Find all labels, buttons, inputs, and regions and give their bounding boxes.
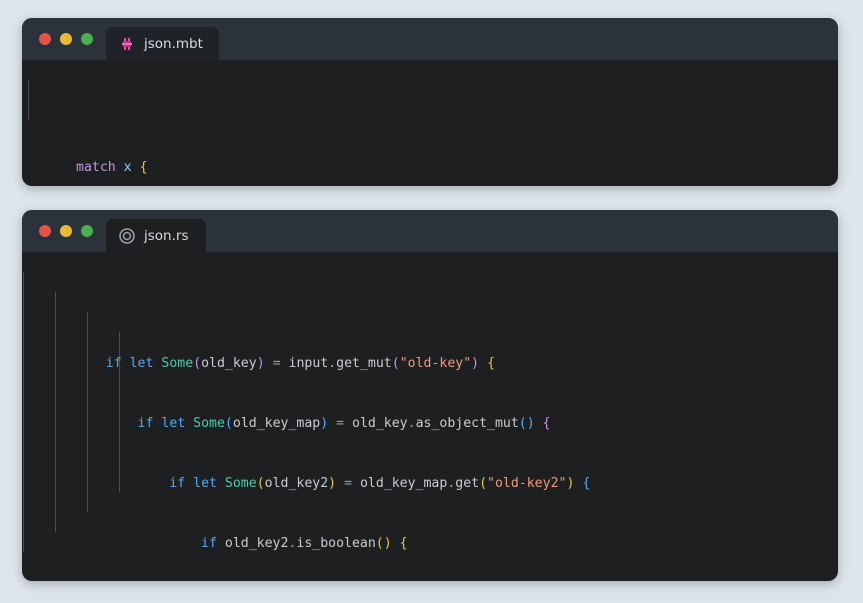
maximize-button[interactable] [81, 33, 93, 45]
code-area-rs[interactable]: if let Some(old_key) = input.get_mut("ol… [22, 252, 838, 581]
traffic-lights-mbt [22, 18, 106, 60]
minimize-button[interactable] [60, 33, 72, 45]
code-line: match x { [76, 160, 148, 175]
tab-json-rs[interactable]: json.rs [106, 219, 206, 252]
code-line: if let Some(old_key_map) = old_key.as_ob… [137, 416, 551, 431]
code-line: if let Some(old_key2) = old_key_map.get(… [169, 476, 591, 491]
titlebar-rs: json.rs [22, 210, 838, 252]
tab-label: json.rs [144, 227, 189, 244]
titlebar-mbt: json.mbt [22, 18, 838, 60]
editor-window-rs: json.rs if let Some(old_key) = input.get… [22, 210, 838, 581]
close-button[interactable] [39, 33, 51, 45]
rust-gear-icon [119, 227, 135, 244]
traffic-lights-rs [22, 210, 106, 252]
code-area-mbt[interactable]: match x { { "old-key" : { "old-key2" : t… [22, 60, 838, 186]
close-button[interactable] [39, 225, 51, 237]
code-line: if old_key2.is_boolean() { [201, 536, 408, 551]
maximize-button[interactable] [81, 225, 93, 237]
tab-json-mbt[interactable]: json.mbt [106, 27, 219, 60]
code-line: if let Some(old_key) = input.get_mut("ol… [105, 356, 496, 371]
minimize-button[interactable] [60, 225, 72, 237]
tab-label: json.mbt [144, 35, 203, 52]
moonbit-icon [119, 36, 135, 52]
editor-window-mbt: json.mbt match x { { "old-key" : { "old-… [22, 18, 838, 186]
